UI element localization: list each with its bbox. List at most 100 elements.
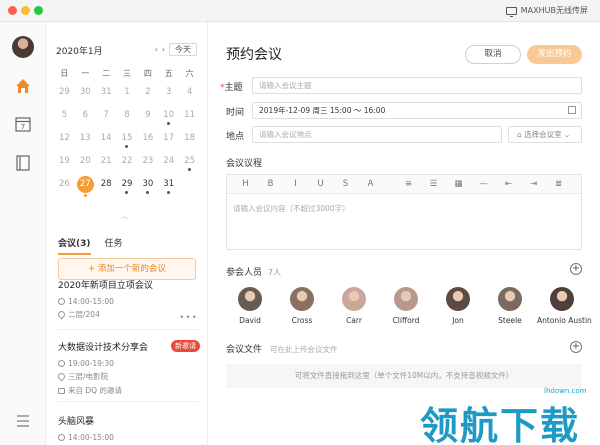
calendar-day[interactable]: 30 xyxy=(75,86,96,109)
agenda-textarea[interactable]: 请输入会议内容（不超过3000字） xyxy=(227,194,581,223)
today-button[interactable]: 今天 xyxy=(169,43,197,56)
calendar-day[interactable]: 2 xyxy=(137,86,158,109)
minimize-window-button[interactable] xyxy=(21,6,30,15)
calendar-day[interactable]: 30 xyxy=(137,178,158,201)
more-options-button[interactable]: ••• xyxy=(179,313,198,323)
calendar-day[interactable]: 29 xyxy=(54,86,75,109)
calendar-day[interactable]: 5 xyxy=(54,109,75,132)
attendee[interactable]: Antonio Austin xyxy=(537,287,592,325)
meeting-inviter: 来自 DQ 的邀请 xyxy=(68,386,122,395)
meeting-item[interactable]: 2020年新项目立项会议 14:00-15:00 二层/204 ••• xyxy=(56,278,198,323)
prev-month-button[interactable]: ‹ xyxy=(155,45,158,54)
subject-input[interactable]: 请输入会议主题 xyxy=(252,77,582,94)
calendar-navigation: ‹ › 今天 xyxy=(155,43,197,56)
italic-tool-icon[interactable]: I xyxy=(283,179,308,189)
calendar-day[interactable]: 26 xyxy=(54,178,75,201)
calendar-icon xyxy=(568,106,576,114)
calendar-day[interactable]: 24 xyxy=(158,155,179,178)
select-room-button[interactable]: ⌂ 选择会议室 ⌄ xyxy=(508,126,582,143)
user-avatar[interactable] xyxy=(12,36,34,58)
list-tool-icon[interactable]: ☰ xyxy=(421,179,446,189)
send-booking-button[interactable]: 发出预约 xyxy=(527,45,582,64)
cancel-button[interactable]: 取消 xyxy=(465,45,521,64)
calendar-day[interactable]: 16 xyxy=(137,132,158,155)
strikethrough-tool-icon[interactable]: S xyxy=(333,179,358,189)
underline-tool-icon[interactable]: U xyxy=(308,179,333,189)
attendee-avatar xyxy=(394,287,418,311)
tab-tasks[interactable]: 任务 xyxy=(105,236,123,255)
home-icon[interactable] xyxy=(14,77,32,95)
calendar-day[interactable]: 11 xyxy=(179,109,200,132)
zoom-window-button[interactable] xyxy=(34,6,43,15)
calendar-day[interactable]: 18 xyxy=(179,132,200,155)
screen-cast-button[interactable]: MAXHUB无线传屏 xyxy=(505,5,588,17)
event-dot xyxy=(83,194,87,197)
time-picker[interactable]: 2019年-12-09 周三 15:00 ～ 16:00 xyxy=(252,102,582,119)
weekday-label: 四 xyxy=(143,69,152,78)
calendar-day[interactable]: 25 xyxy=(179,155,200,178)
divider-tool-icon[interactable]: — xyxy=(471,179,496,189)
bold-tool-icon[interactable]: B xyxy=(258,179,283,189)
calendar-day[interactable]: 21 xyxy=(96,155,117,178)
calendar-day[interactable]: 31 xyxy=(158,178,179,201)
calendar-day[interactable]: 29 xyxy=(117,178,138,201)
calendar-day[interactable]: 8 xyxy=(117,109,138,132)
attendee[interactable]: Jon xyxy=(433,287,483,325)
files-header: 会议文件 可在此上传会议文件 xyxy=(226,342,338,355)
tab-meetings[interactable]: 会议(3) xyxy=(58,236,91,255)
attendee[interactable]: Steele xyxy=(485,287,535,325)
place-input[interactable]: 请输入会议地点 xyxy=(252,126,502,143)
outdent-tool-icon[interactable]: ⇤ xyxy=(496,179,521,189)
align-tool-icon[interactable]: ≡ xyxy=(396,179,421,189)
calendar-day[interactable]: 12 xyxy=(54,132,75,155)
calendar-day[interactable]: 7 xyxy=(96,109,117,132)
calendar-day[interactable]: 22 xyxy=(117,155,138,178)
add-meeting-button[interactable]: + 添加一个新的会议 xyxy=(58,258,196,280)
meeting-item[interactable]: 大数据设计技术分享会 新邀请 19:00-19:30 三层/电影院 来自 DQ … xyxy=(56,340,200,399)
event-dot xyxy=(146,191,150,194)
calendar-day[interactable]: 31 xyxy=(96,86,117,109)
calendar-day[interactable]: 28 xyxy=(96,178,117,201)
calendar-day[interactable]: 13 xyxy=(75,132,96,155)
calendar-day-selected[interactable]: 27 xyxy=(75,176,96,201)
event-dot xyxy=(125,145,129,148)
calendar-day[interactable]: 3 xyxy=(158,86,179,109)
notebook-icon[interactable] xyxy=(14,154,32,172)
table-tool-icon[interactable]: ▦ xyxy=(446,179,471,189)
attendee[interactable]: Carr xyxy=(329,287,379,325)
calendar-day[interactable]: 6 xyxy=(75,109,96,132)
close-window-button[interactable] xyxy=(8,6,17,15)
screen-cast-label: MAXHUB无线传屏 xyxy=(520,6,588,15)
calendar-day[interactable]: 9 xyxy=(137,109,158,132)
text-color-tool-icon[interactable]: A xyxy=(358,179,383,189)
divider xyxy=(58,401,198,402)
calendar-day[interactable]: 1 xyxy=(117,86,138,109)
attendee-avatar xyxy=(342,287,366,311)
weekday-label: 日 xyxy=(60,69,69,78)
calendar-day[interactable]: 15 xyxy=(117,132,138,155)
menu-icon[interactable] xyxy=(14,412,32,430)
add-file-button[interactable]: + xyxy=(570,341,582,353)
add-attendee-button[interactable]: + xyxy=(570,263,582,275)
indent-tool-icon[interactable]: ⇥ xyxy=(521,179,546,189)
attendee[interactable]: Clifford xyxy=(381,287,431,325)
calendar-day[interactable]: 19 xyxy=(54,155,75,178)
heading-tool-icon[interactable]: H xyxy=(233,179,258,189)
nav-rail: 7 xyxy=(0,22,46,445)
attendee[interactable]: Cross xyxy=(277,287,327,325)
calendar-day[interactable]: 14 xyxy=(96,132,117,155)
meeting-item[interactable]: 头脑风暴 14:00-15:00 xyxy=(58,414,198,445)
calendar-day[interactable]: 4 xyxy=(179,86,200,109)
justify-tool-icon[interactable]: ≣ xyxy=(546,179,571,189)
attendee-name: Clifford xyxy=(392,316,420,325)
calendar-day[interactable]: 10 xyxy=(158,109,179,132)
subject-label: *主题 xyxy=(220,83,243,93)
calendar-day[interactable]: 23 xyxy=(137,155,158,178)
attendee[interactable]: David xyxy=(225,287,275,325)
calendar-icon[interactable]: 7 xyxy=(14,115,32,133)
collapse-calendar-icon[interactable]: ︿ xyxy=(121,211,128,221)
calendar-day[interactable]: 20 xyxy=(75,155,96,178)
next-month-button[interactable]: › xyxy=(162,45,165,54)
agenda-editor[interactable]: H B I U S A ≡ ☰ ▦ — ⇤ ⇥ ≣ 请输入会议内容（不超过3000字） xyxy=(226,174,582,250)
calendar-day[interactable]: 17 xyxy=(158,132,179,155)
